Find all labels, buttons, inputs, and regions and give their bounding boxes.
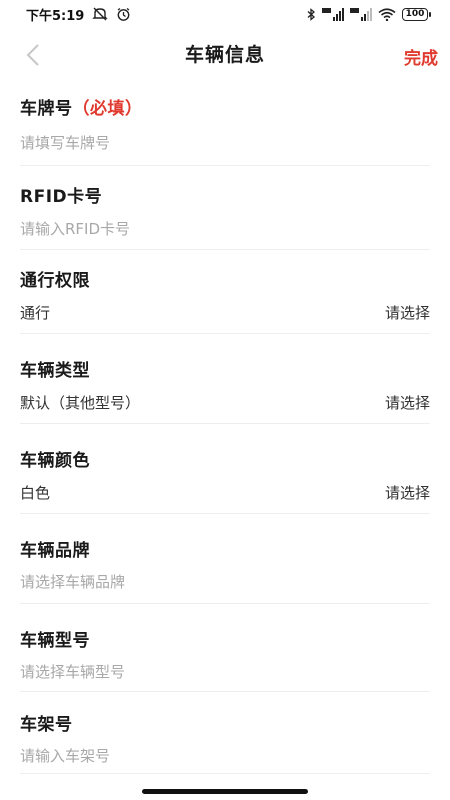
battery-icon: 100: [402, 7, 431, 21]
plate-number-input[interactable]: 请填写车牌号: [20, 132, 430, 153]
access-permission-label: 通行权限: [20, 271, 90, 291]
alarm-clock-icon: [116, 7, 131, 22]
required-tag: （必填）: [72, 99, 143, 119]
vehicle-type-select[interactable]: 请选择: [385, 392, 430, 413]
nav-bar: 车辆信息 完成: [0, 30, 450, 78]
bluetooth-icon: [306, 7, 316, 21]
vehicle-color-field[interactable]: 车辆颜色 白色 请选择: [20, 424, 430, 514]
vin-field: 车架号 请输入车架号: [20, 692, 430, 774]
access-permission-picker[interactable]: 通行 请选择: [20, 302, 430, 323]
plate-number-label: 车牌号（必填）: [20, 99, 143, 119]
status-bar: 下午5:19 100: [0, 0, 450, 28]
access-permission-field[interactable]: 通行权限 通行 请选择: [20, 250, 430, 334]
vehicle-type-picker[interactable]: 默认（其他型号） 请选择: [20, 392, 430, 413]
battery-level: 100: [405, 9, 425, 19]
rfid-card-input[interactable]: 请输入RFID卡号: [20, 218, 430, 239]
rfid-card-label: RFID卡号: [20, 187, 103, 207]
wifi-icon: [378, 7, 396, 21]
vehicle-model-field[interactable]: 车辆型号 请选择车辆型号: [20, 604, 430, 692]
vehicle-brand-input[interactable]: 请选择车辆品牌: [20, 571, 430, 592]
vehicle-type-value: 默认（其他型号）: [20, 394, 141, 412]
plate-number-field: 车牌号（必填） 请填写车牌号: [20, 82, 430, 166]
vehicle-color-picker[interactable]: 白色 请选择: [20, 482, 430, 503]
vin-input[interactable]: 请输入车架号: [20, 745, 430, 766]
vin-label: 车架号: [20, 715, 73, 735]
silent-mode-icon: [92, 7, 109, 21]
rfid-card-field: RFID卡号 请输入RFID卡号: [20, 166, 430, 250]
vehicle-color-select[interactable]: 请选择: [385, 482, 430, 503]
vehicle-model-label: 车辆型号: [20, 631, 90, 651]
home-indicator[interactable]: [142, 789, 308, 794]
access-permission-value: 通行: [20, 304, 51, 322]
status-time: 下午5:19: [26, 8, 85, 24]
vehicle-brand-label: 车辆品牌: [20, 541, 90, 561]
vehicle-color-label: 车辆颜色: [20, 451, 90, 471]
access-permission-select[interactable]: 请选择: [385, 302, 430, 323]
signal-hd-icon-2: [350, 7, 372, 21]
vehicle-type-field[interactable]: 车辆类型 默认（其他型号） 请选择: [20, 334, 430, 424]
page-title: 车辆信息: [184, 44, 265, 66]
vehicle-form: 车牌号（必填） 请填写车牌号 RFID卡号 请输入RFID卡号 通行权限 通行 …: [0, 82, 450, 774]
vehicle-type-label: 车辆类型: [20, 361, 90, 381]
signal-hd-icon: [322, 7, 344, 21]
vehicle-color-value: 白色: [20, 484, 51, 502]
status-left: 下午5:19: [26, 5, 131, 24]
vehicle-model-input[interactable]: 请选择车辆型号: [20, 661, 430, 682]
status-right: 100: [306, 7, 431, 21]
done-button[interactable]: 完成: [404, 44, 438, 69]
vehicle-brand-field[interactable]: 车辆品牌 请选择车辆品牌: [20, 514, 430, 604]
